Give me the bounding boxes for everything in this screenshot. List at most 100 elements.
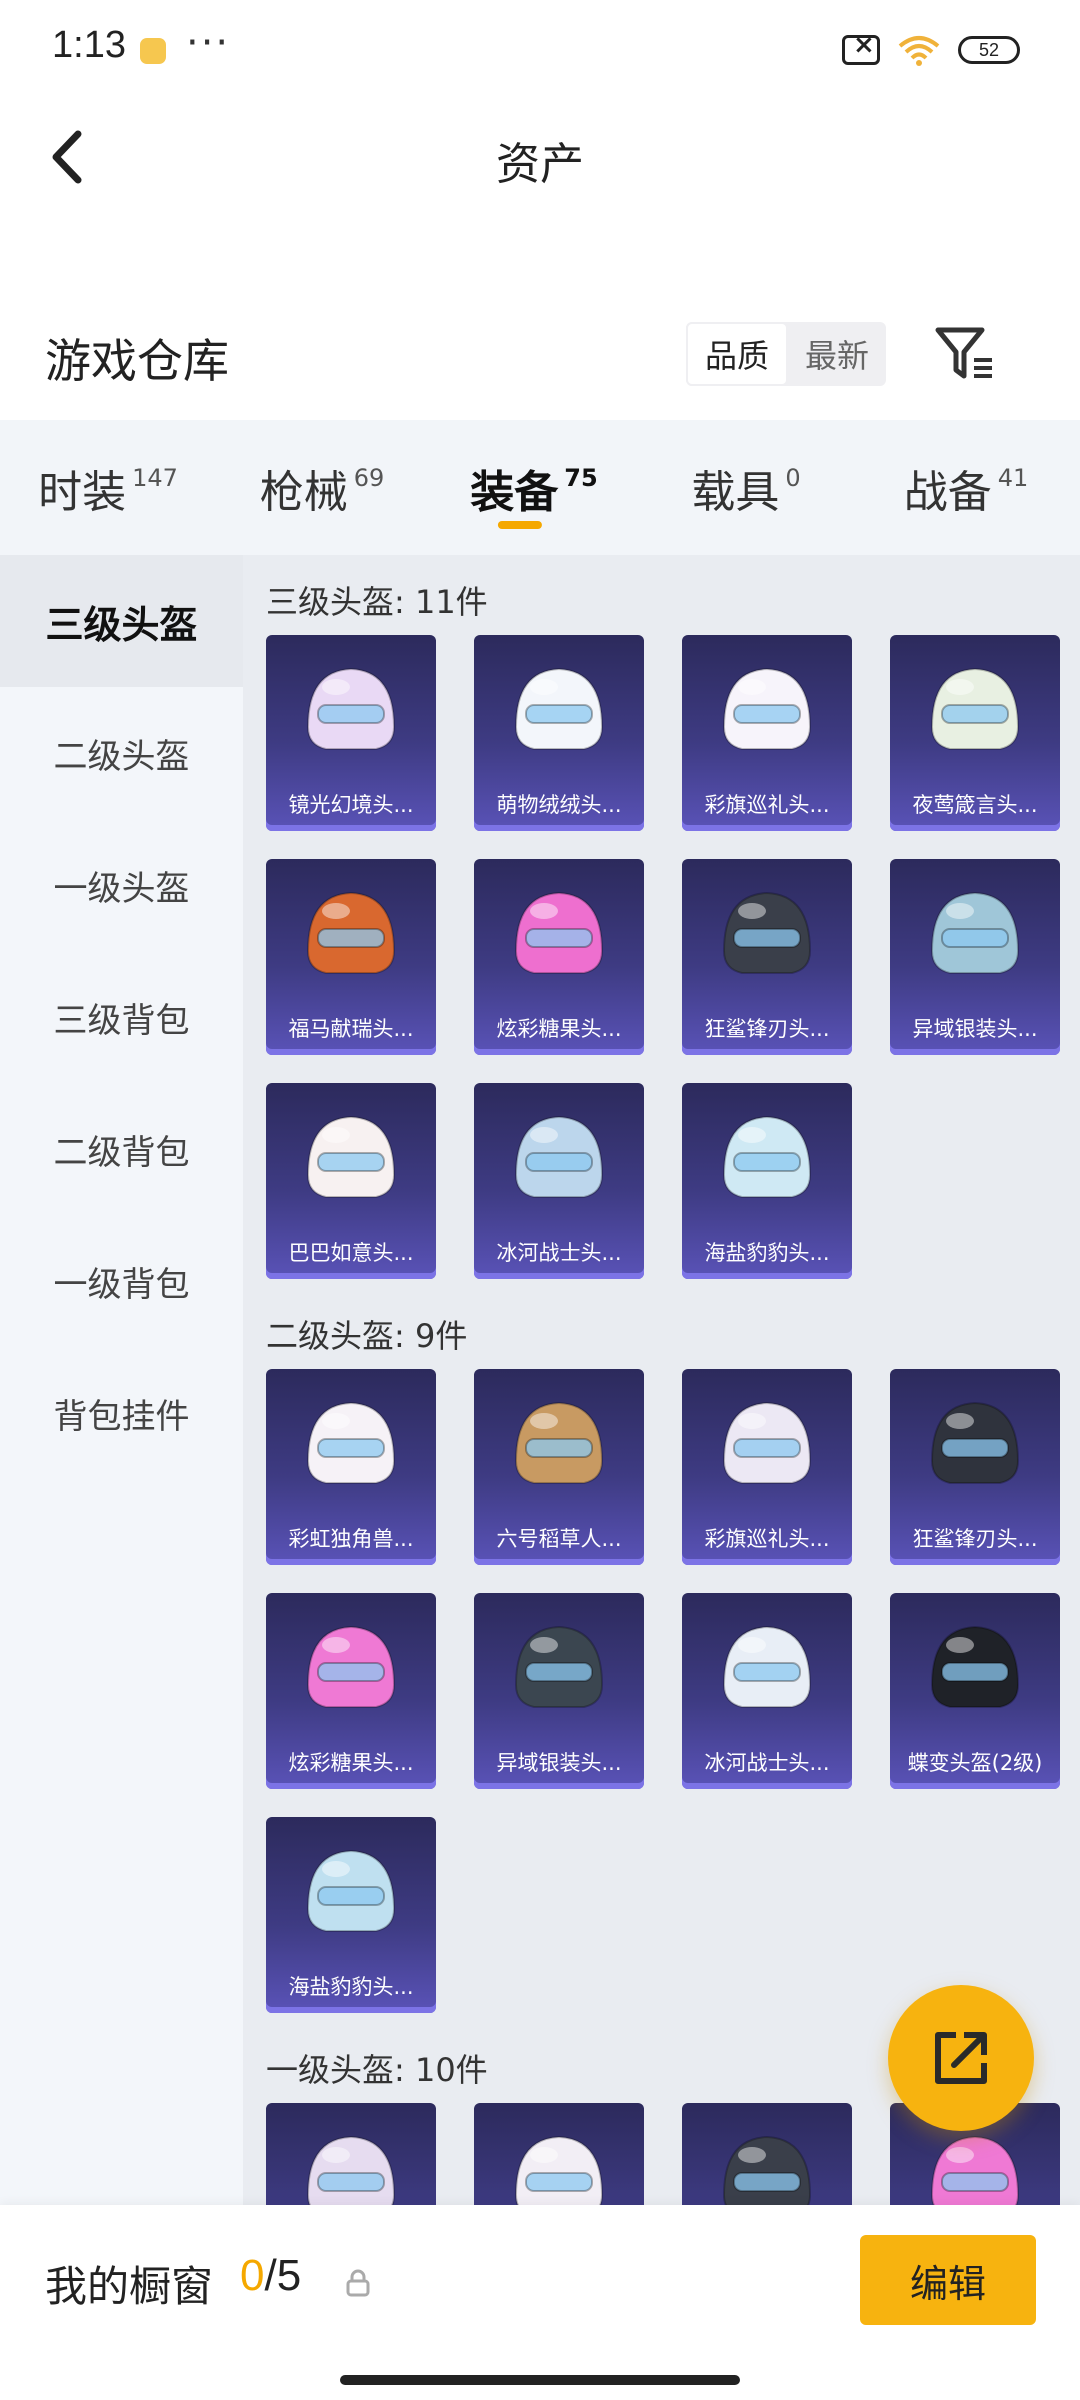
wifi-icon: [898, 36, 940, 66]
helmet-icon: [306, 891, 396, 974]
sidebar-item-level3-helmet[interactable]: 三级头盔: [0, 555, 243, 687]
helmet-icon: [930, 1401, 1020, 1484]
item-card[interactable]: 狂鲨锋刃头...: [682, 859, 852, 1055]
item-name: 炫彩糖果头...: [288, 1751, 414, 1775]
showcase-total: /5: [264, 2251, 302, 2300]
edit-button[interactable]: 编辑: [860, 2235, 1036, 2325]
helmet-icon: [306, 1115, 396, 1198]
item-card[interactable]: 彩虹独角兽...: [266, 1369, 436, 1565]
home-indicator[interactable]: [340, 2375, 740, 2385]
tab-equipment[interactable]: 装备 75: [428, 420, 640, 555]
item-card[interactable]: 镜光幻境头...: [266, 635, 436, 831]
item-name: 六号稻草人...: [496, 1527, 622, 1551]
helmet-icon: [306, 1401, 396, 1484]
nav-bar: 资产: [0, 100, 1080, 220]
sidebar-item-level2-backpack[interactable]: 二级背包: [0, 1083, 243, 1215]
tab-vehicles[interactable]: 载具 0: [640, 420, 852, 555]
item-name: 炫彩糖果头...: [496, 1017, 622, 1041]
item-card[interactable]: 萌物绒绒头...: [474, 635, 644, 831]
tab-label: 装备: [470, 466, 559, 518]
sidebar-item-backpack-charm[interactable]: 背包挂件: [0, 1347, 243, 1479]
item-card[interactable]: 冰河战士头...: [682, 1593, 852, 1789]
item-card[interactable]: 异域银装头...: [474, 1593, 644, 1789]
lock-icon: [346, 2269, 370, 2297]
helmet-icon: [722, 891, 812, 974]
item-grid: 镜光幻境头... 萌物绒绒头... 彩旗巡礼头... 夜莺箴言头... 福马献瑞头...…: [266, 635, 1080, 1289]
item-card[interactable]: 冰河战士头...: [474, 1083, 644, 1279]
item-name: 夜莺箴言头...: [912, 793, 1038, 817]
item-name: 彩旗巡礼头...: [704, 1527, 830, 1551]
item-name: 巴巴如意头...: [288, 1241, 414, 1265]
app-notification-icon: [140, 38, 166, 64]
category-tabs: 时装 147 枪械 69 装备 75 载具 0 战备 41: [0, 420, 1080, 555]
item-name: 异域银装头...: [496, 1751, 622, 1775]
item-name: 冰河战士头...: [496, 1241, 622, 1265]
page-title: 资产: [496, 139, 584, 190]
item-section: 二级头盔: 9件彩虹独角兽... 六号稻草人... 彩旗巡礼头... 狂鲨锋刃头...…: [243, 1289, 1080, 2023]
item-card[interactable]: 异域银装头...: [890, 859, 1060, 1055]
item-card[interactable]: 蝶变头盔(2级): [890, 1593, 1060, 1789]
tab-label: 时装: [38, 466, 127, 518]
sort-newest-button[interactable]: 最新: [788, 322, 886, 386]
item-name: 狂鲨锋刃头...: [704, 1017, 830, 1041]
helmet-icon: [722, 667, 812, 750]
status-bar: 1:13 ··· 52: [0, 0, 1080, 100]
item-card[interactable]: [682, 2103, 852, 2205]
helmet-icon: [930, 667, 1020, 750]
item-card[interactable]: 彩旗巡礼头...: [682, 1369, 852, 1565]
helmet-icon: [306, 667, 396, 750]
item-card[interactable]: [266, 2103, 436, 2205]
tab-count: 147: [132, 463, 178, 492]
item-name: 异域银装头...: [912, 1017, 1038, 1041]
item-card[interactable]: [474, 2103, 644, 2205]
helmet-icon: [514, 1115, 604, 1198]
sidebar-item-level2-helmet[interactable]: 二级头盔: [0, 687, 243, 819]
item-card[interactable]: 六号稻草人...: [474, 1369, 644, 1565]
active-tab-indicator: [497, 521, 542, 529]
item-card[interactable]: 海盐豹豹头...: [266, 1817, 436, 2013]
no-sim-icon: [842, 30, 880, 65]
item-card[interactable]: 海盐豹豹头...: [682, 1083, 852, 1279]
share-button[interactable]: [888, 1985, 1034, 2131]
sort-toggle: 品质 最新: [686, 322, 886, 386]
tab-fashion[interactable]: 时装 147: [0, 420, 216, 555]
section-title: 三级头盔: 11件: [266, 583, 488, 621]
helmet-icon: [514, 891, 604, 974]
item-card[interactable]: 炫彩糖果头...: [266, 1593, 436, 1789]
tab-guns[interactable]: 枪械 69: [216, 420, 428, 555]
item-card[interactable]: 巴巴如意头...: [266, 1083, 436, 1279]
sort-quality-button[interactable]: 品质: [686, 322, 788, 386]
item-name: 狂鲨锋刃头...: [912, 1527, 1038, 1551]
repo-title: 游戏仓库: [45, 334, 229, 388]
helmet-icon: [930, 891, 1020, 974]
tab-count: 69: [353, 463, 385, 492]
helmet-icon: [722, 1115, 812, 1198]
item-grid: 彩虹独角兽... 六号稻草人... 彩旗巡礼头... 狂鲨锋刃头... 炫彩糖果头...…: [266, 1369, 1080, 2023]
helmet-icon: [930, 2135, 1020, 2205]
category-sidebar: 三级头盔 二级头盔 一级头盔 三级背包 二级背包 一级背包 背包挂件: [0, 555, 243, 2205]
tab-count: 75: [564, 463, 598, 492]
helmet-icon: [306, 1625, 396, 1708]
filter-icon[interactable]: [930, 322, 1000, 386]
item-name: 彩旗巡礼头...: [704, 793, 830, 817]
item-card[interactable]: 彩旗巡礼头...: [682, 635, 852, 831]
item-section: 三级头盔: 11件镜光幻境头... 萌物绒绒头... 彩旗巡礼头... 夜莺箴言头..…: [243, 555, 1080, 1289]
status-icons: 52: [842, 30, 1020, 70]
showcase-used: 0: [240, 2251, 265, 2300]
sidebar-item-level3-backpack[interactable]: 三级背包: [0, 951, 243, 1083]
tab-label: 载具: [691, 466, 780, 518]
share-icon: [935, 2032, 987, 2084]
more-notifications-icon: ···: [186, 20, 231, 66]
sidebar-item-level1-helmet[interactable]: 一级头盔: [0, 819, 243, 951]
helmet-icon: [306, 1849, 396, 1932]
item-card[interactable]: 夜莺箴言头...: [890, 635, 1060, 831]
item-card[interactable]: 炫彩糖果头...: [474, 859, 644, 1055]
tab-label: 枪械: [259, 466, 348, 518]
tab-count: 0: [785, 463, 801, 492]
item-card[interactable]: 狂鲨锋刃头...: [890, 1369, 1060, 1565]
tab-gear[interactable]: 战备 41: [852, 420, 1080, 555]
item-card[interactable]: 福马献瑞头...: [266, 859, 436, 1055]
sidebar-item-level1-backpack[interactable]: 一级背包: [0, 1215, 243, 1347]
item-name: 镜光幻境头...: [288, 793, 414, 817]
section-title: 二级头盔: 9件: [266, 1317, 468, 1355]
